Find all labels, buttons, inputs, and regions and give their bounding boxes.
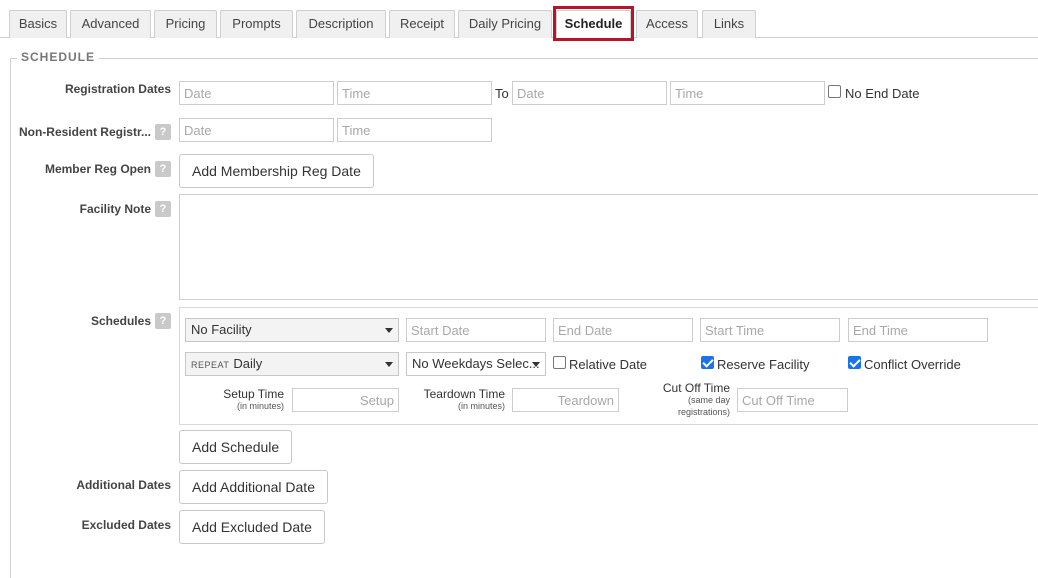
tab-bar: Basics Advanced Pricing Prompts Descript… <box>0 0 1038 39</box>
facility-select[interactable]: No Facility <box>185 318 399 342</box>
excluded-dates-label: Excluded Dates <box>81 518 171 532</box>
cut-off-time-sublabel-2: registrations) <box>677 407 730 417</box>
registration-start-date-input[interactable] <box>179 81 334 105</box>
tab-advanced[interactable]: Advanced <box>70 10 151 38</box>
repeat-select[interactable]: REPEAT Daily <box>185 352 399 376</box>
chevron-down-icon <box>385 362 393 367</box>
relative-date-checkbox[interactable] <box>553 356 566 369</box>
no-end-date-checkbox[interactable] <box>828 85 841 98</box>
schedule-start-time-input[interactable] <box>700 318 840 342</box>
cut-off-time-input[interactable] <box>737 388 848 412</box>
facility-note-label: Facility Note <box>79 202 151 216</box>
section-legend: SCHEDULE <box>17 50 100 64</box>
schedules-label: Schedules <box>90 314 151 328</box>
tab-prompts[interactable]: Prompts <box>220 10 293 38</box>
chevron-down-icon <box>532 362 540 367</box>
add-schedule-button[interactable]: Add Schedule <box>179 430 293 464</box>
registration-dates-label: Registration Dates <box>64 82 171 96</box>
teardown-time-label-text: Teardown Time <box>423 387 505 401</box>
tab-pricing[interactable]: Pricing <box>154 10 217 38</box>
add-membership-reg-date-button[interactable]: Add Membership Reg Date <box>179 154 374 188</box>
question-mark-icon[interactable]: ? <box>155 313 171 329</box>
conflict-override-checkbox[interactable] <box>848 356 861 369</box>
reserve-facility-label: Reserve Facility <box>717 357 810 372</box>
non-resident-time-input[interactable] <box>337 118 492 142</box>
question-mark-icon[interactable]: ? <box>155 124 171 140</box>
tab-access[interactable]: Access <box>636 10 698 38</box>
cut-off-time-label-text: Cut Off Time <box>662 381 730 395</box>
cut-off-time-sublabel-1: (same day <box>687 395 730 405</box>
no-end-date-label: No End Date <box>845 86 920 101</box>
teardown-time-label: Teardown Time (in minutes) <box>424 388 505 412</box>
facility-select-value: No Facility <box>191 322 252 337</box>
setup-time-sublabel: (in minutes) <box>236 401 284 411</box>
weekdays-select[interactable]: No Weekdays Selec... <box>406 352 546 376</box>
tab-description[interactable]: Description <box>296 10 386 38</box>
relative-date-label: Relative Date <box>569 357 648 372</box>
tab-schedule[interactable]: Schedule <box>556 10 631 39</box>
non-resident-label: Non-Resident Registr... <box>18 125 151 139</box>
teardown-time-input[interactable] <box>512 388 619 412</box>
schedule-start-date-input[interactable] <box>406 318 546 342</box>
registration-start-time-input[interactable] <box>337 81 492 105</box>
setup-time-label: Setup Time (in minutes) <box>223 388 284 412</box>
weekdays-select-value: No Weekdays Selec... <box>412 356 540 371</box>
add-additional-date-button[interactable]: Add Additional Date <box>179 470 328 504</box>
reserve-facility-checkbox[interactable] <box>701 356 714 369</box>
tab-receipt[interactable]: Receipt <box>389 10 455 38</box>
setup-time-label-text: Setup Time <box>223 387 284 401</box>
registration-end-time-input[interactable] <box>670 81 825 105</box>
non-resident-date-input[interactable] <box>179 118 334 142</box>
add-excluded-date-button[interactable]: Add Excluded Date <box>179 510 325 544</box>
teardown-time-sublabel: (in minutes) <box>457 401 505 411</box>
conflict-override-label: Conflict Override <box>864 357 961 372</box>
to-label: To <box>495 86 509 101</box>
member-reg-open-label: Member Reg Open <box>44 162 151 176</box>
setup-time-input[interactable] <box>292 388 399 412</box>
schedule-end-date-input[interactable] <box>553 318 693 342</box>
question-mark-icon[interactable]: ? <box>155 161 171 177</box>
schedule-end-time-input[interactable] <box>848 318 988 342</box>
repeat-prefix: REPEAT <box>191 360 230 370</box>
repeat-value: Daily <box>233 356 263 371</box>
tab-daily-pricing[interactable]: Daily Pricing <box>458 10 552 38</box>
tab-basics[interactable]: Basics <box>9 10 67 38</box>
facility-note-textarea[interactable] <box>179 194 1038 300</box>
additional-dates-label: Additional Dates <box>76 478 171 492</box>
tab-links[interactable]: Links <box>702 10 756 38</box>
question-mark-icon[interactable]: ? <box>155 201 171 217</box>
cut-off-time-label: Cut Off Time (same day registrations) <box>663 382 730 418</box>
chevron-down-icon <box>385 328 393 333</box>
registration-end-date-input[interactable] <box>512 81 667 105</box>
